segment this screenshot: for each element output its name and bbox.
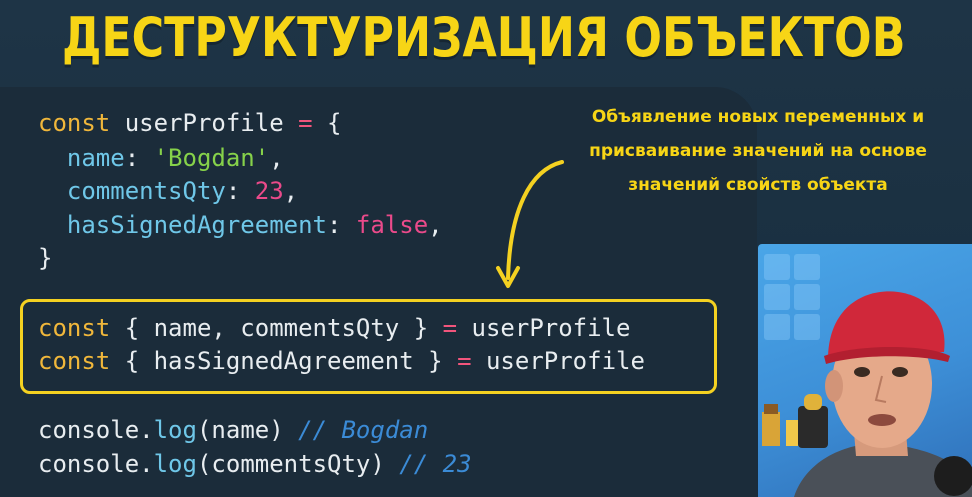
prop-key: hasSignedAgreement <box>66 211 327 239</box>
prop-value-string: 'Bogdan' <box>153 144 270 172</box>
keyword-const: const <box>38 314 111 342</box>
keyword-const: const <box>38 109 111 137</box>
webcam-presenter <box>758 244 972 497</box>
code-line-prop-name: name: 'Bogdan', <box>66 144 284 172</box>
destructured-vars: name, commentsQty <box>153 314 400 342</box>
prop-key: name <box>66 144 125 172</box>
code-line-prop-hasSignedAgreement: hasSignedAgreement: false, <box>66 211 443 239</box>
identifier-userProfile: userProfile <box>124 109 284 137</box>
code-line-destructure-1: const { name, commentsQty } = userProfil… <box>38 314 631 342</box>
method-log: log <box>153 450 197 478</box>
method-log: log <box>153 416 197 444</box>
presenter-image <box>762 254 972 497</box>
curved-arrow-down-icon <box>496 160 564 288</box>
annotation-line-1: Объявление новых переменных и <box>591 107 925 127</box>
code-line-prop-commentsQty: commentsQty: 23, <box>66 177 299 205</box>
code-line-obj-decl: const userProfile = { <box>38 107 341 140</box>
annotation-note: Объявление новых переменных и присваиван… <box>548 100 968 202</box>
code-line-obj-close: } <box>38 242 52 275</box>
comment: // 23 <box>399 450 472 478</box>
code-line-log-1: console.log(name) // Bogdan <box>38 416 429 444</box>
prop-key: commentsQty <box>66 177 226 205</box>
code-line-log-2: console.log(commentsQty) // 23 <box>38 450 472 478</box>
slide-title: ДЕСТРУКТУРИЗАЦИЯ ОБЪЕКТОВ <box>62 6 906 69</box>
source-object: userProfile <box>471 314 631 342</box>
annotation-line-3: значений свойств объекта <box>628 175 888 195</box>
operator-assign: = <box>298 109 313 137</box>
open-brace: { <box>327 109 342 137</box>
annotation-line-2: присваивание значений на основе <box>589 141 927 161</box>
keyword-const: const <box>38 347 111 375</box>
comment: // Bogdan <box>298 416 429 444</box>
prop-value-number: 23 <box>254 177 284 205</box>
close-brace: } <box>38 244 53 272</box>
prop-value-boolean: false <box>355 211 429 239</box>
source-object: userProfile <box>485 347 645 375</box>
code-line-destructure-2: const { hasSignedAgreement } = userProfi… <box>38 347 645 375</box>
destructured-vars: hasSignedAgreement <box>153 347 414 375</box>
